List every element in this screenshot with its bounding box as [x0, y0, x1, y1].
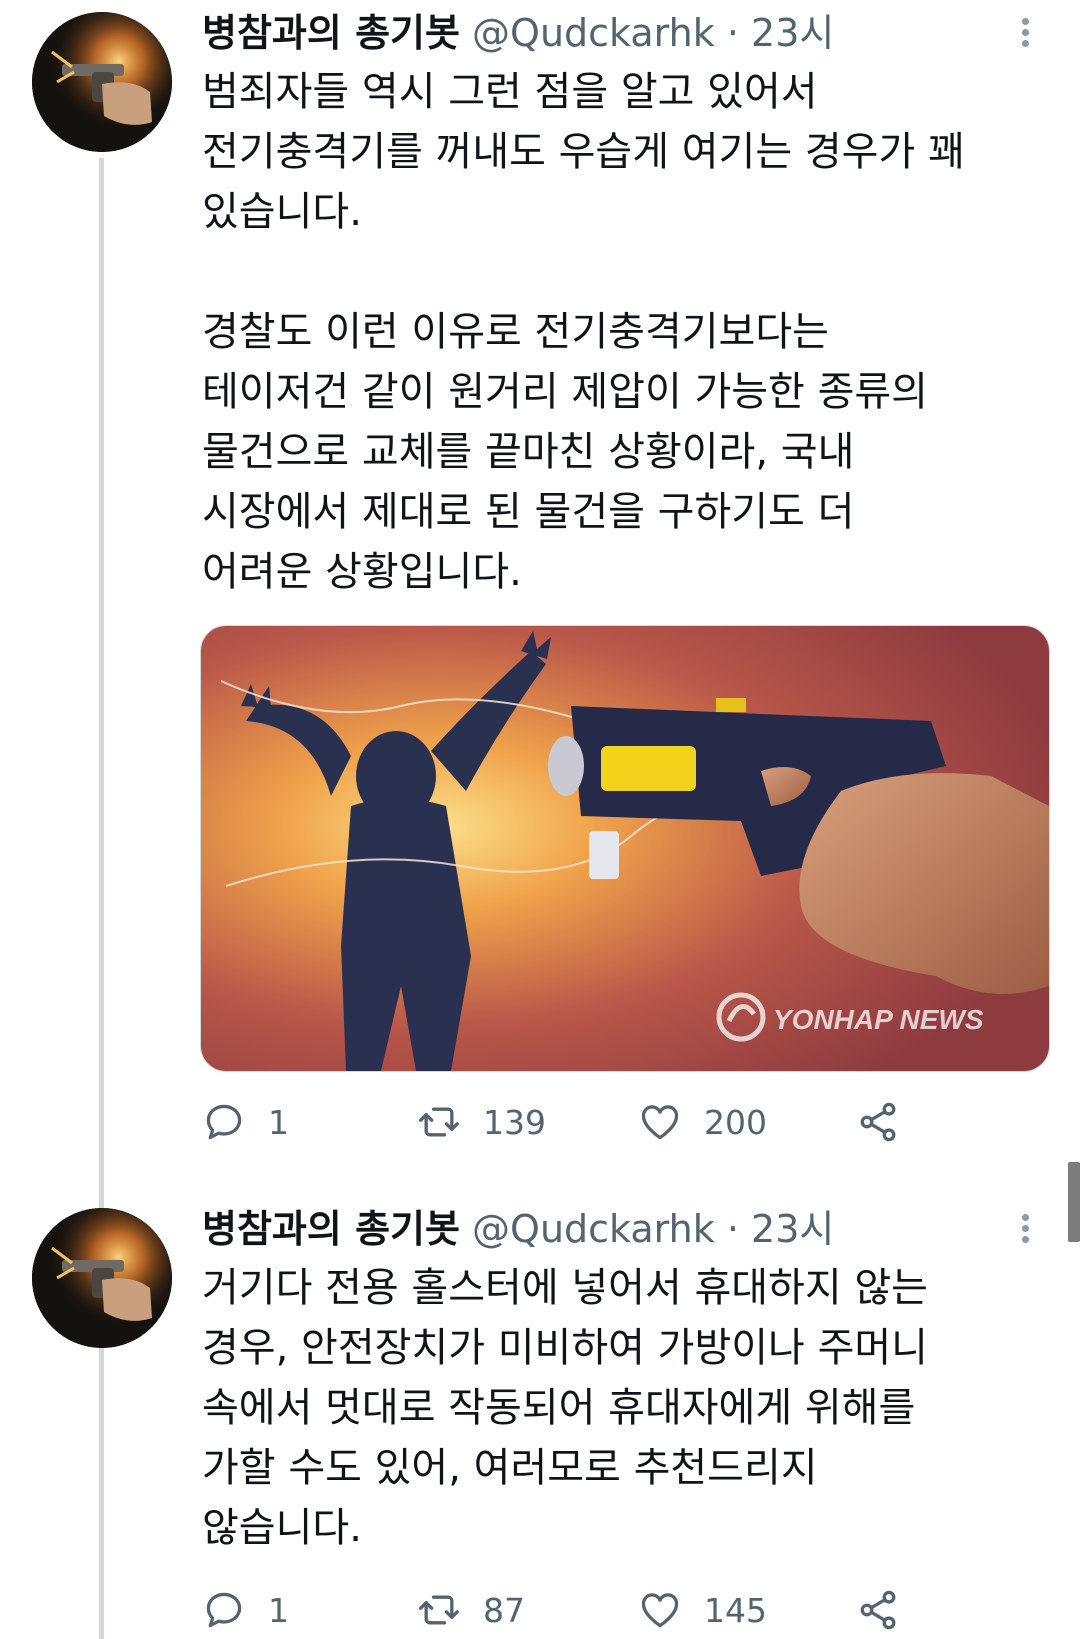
retweet-icon: [419, 1595, 459, 1625]
tweet-actions: 1 139 200: [202, 1094, 922, 1150]
svg-text:YONHAP NEWS: YONHAP NEWS: [773, 1004, 984, 1035]
retweet-count: 87: [483, 1590, 525, 1630]
share-icon: [860, 1590, 896, 1630]
text-line: 시장에서 제대로 된 물건을 구하기도 더: [202, 489, 855, 535]
tweet-header: 병참과의 총기봇 @Qudckarhk · 23시: [202, 1204, 834, 1254]
more-vertical-icon[interactable]: [1010, 8, 1040, 58]
retweet-icon: [419, 1107, 459, 1137]
like-count: 200: [704, 1102, 767, 1142]
reply-icon: [206, 1104, 242, 1140]
tweet-timestamp[interactable]: 23시: [751, 1207, 834, 1251]
text-line: 테이저건 같이 원거리 제압이 가능한 종류의: [202, 369, 928, 415]
tweet-actions: 1 87 145: [202, 1582, 922, 1638]
like-button[interactable]: 145: [638, 1582, 767, 1638]
text-line: 않습니다.: [202, 1505, 362, 1551]
share-button[interactable]: [856, 1582, 900, 1638]
reply-button[interactable]: 1: [202, 1582, 289, 1638]
tweet-timestamp[interactable]: 23시: [751, 11, 834, 55]
avatar[interactable]: [32, 1208, 172, 1348]
share-icon: [860, 1102, 896, 1142]
heart-icon: [641, 1105, 679, 1140]
retweet-button[interactable]: 139: [417, 1094, 546, 1150]
separator-dot: ·: [726, 1207, 739, 1251]
tweet-text: 범죄자들 역시 그런 점을 알고 있어서 전기충격기를 꺼내도 우습게 여기는 …: [202, 62, 1062, 602]
tweet-media-image[interactable]: YONHAP NEWS: [200, 625, 1050, 1072]
text-line: 범죄자들 역시 그런 점을 알고 있어서: [202, 69, 818, 115]
text-line: 물건으로 교체를 끝마친 상황이라, 국내: [202, 429, 855, 475]
author-name[interactable]: 병참과의 총기봇: [202, 11, 460, 55]
author-handle[interactable]: @Qudckarhk: [472, 11, 715, 55]
author-name[interactable]: 병참과의 총기봇: [202, 1207, 460, 1251]
scrollbar-thumb[interactable]: [1068, 1162, 1080, 1242]
tweet-header: 병참과의 총기봇 @Qudckarhk · 23시: [202, 8, 834, 58]
retweet-button[interactable]: 87: [417, 1582, 525, 1638]
like-count: 145: [704, 1590, 767, 1630]
text-line: 경우, 안전장치가 미비하여 가방이나 주머니: [202, 1325, 928, 1371]
reply-count: 1: [268, 1102, 289, 1142]
reply-icon: [206, 1592, 242, 1628]
text-line: 있습니다.: [202, 189, 362, 235]
text-line: 어려운 상황입니다.: [202, 549, 522, 595]
text-line: 속에서 멋대로 작동되어 휴대자에게 위해를: [202, 1385, 916, 1431]
share-button[interactable]: [856, 1094, 900, 1150]
text-line: 거기다 전용 홀스터에 넣어서 휴대하지 않는: [202, 1265, 928, 1311]
separator-dot: ·: [726, 11, 739, 55]
heart-icon: [641, 1593, 679, 1628]
reply-button[interactable]: 1: [202, 1094, 289, 1150]
avatar[interactable]: [32, 12, 172, 152]
author-handle[interactable]: @Qudckarhk: [472, 1207, 715, 1251]
tweet-text: 거기다 전용 홀스터에 넣어서 휴대하지 않는 경우, 안전장치가 미비하여 가…: [202, 1258, 1062, 1558]
text-line: 가할 수도 있어, 여러모로 추천드리지: [202, 1445, 818, 1491]
text-line: 경찰도 이런 이유로 전기충격기보다는: [202, 309, 829, 355]
thread-connector-line: [99, 158, 104, 1639]
text-line: 전기충격기를 꺼내도 우습게 여기는 경우가 꽤: [202, 129, 965, 175]
retweet-count: 139: [483, 1102, 546, 1142]
like-button[interactable]: 200: [638, 1094, 767, 1150]
more-vertical-icon[interactable]: [1010, 1204, 1040, 1254]
reply-count: 1: [268, 1590, 289, 1630]
